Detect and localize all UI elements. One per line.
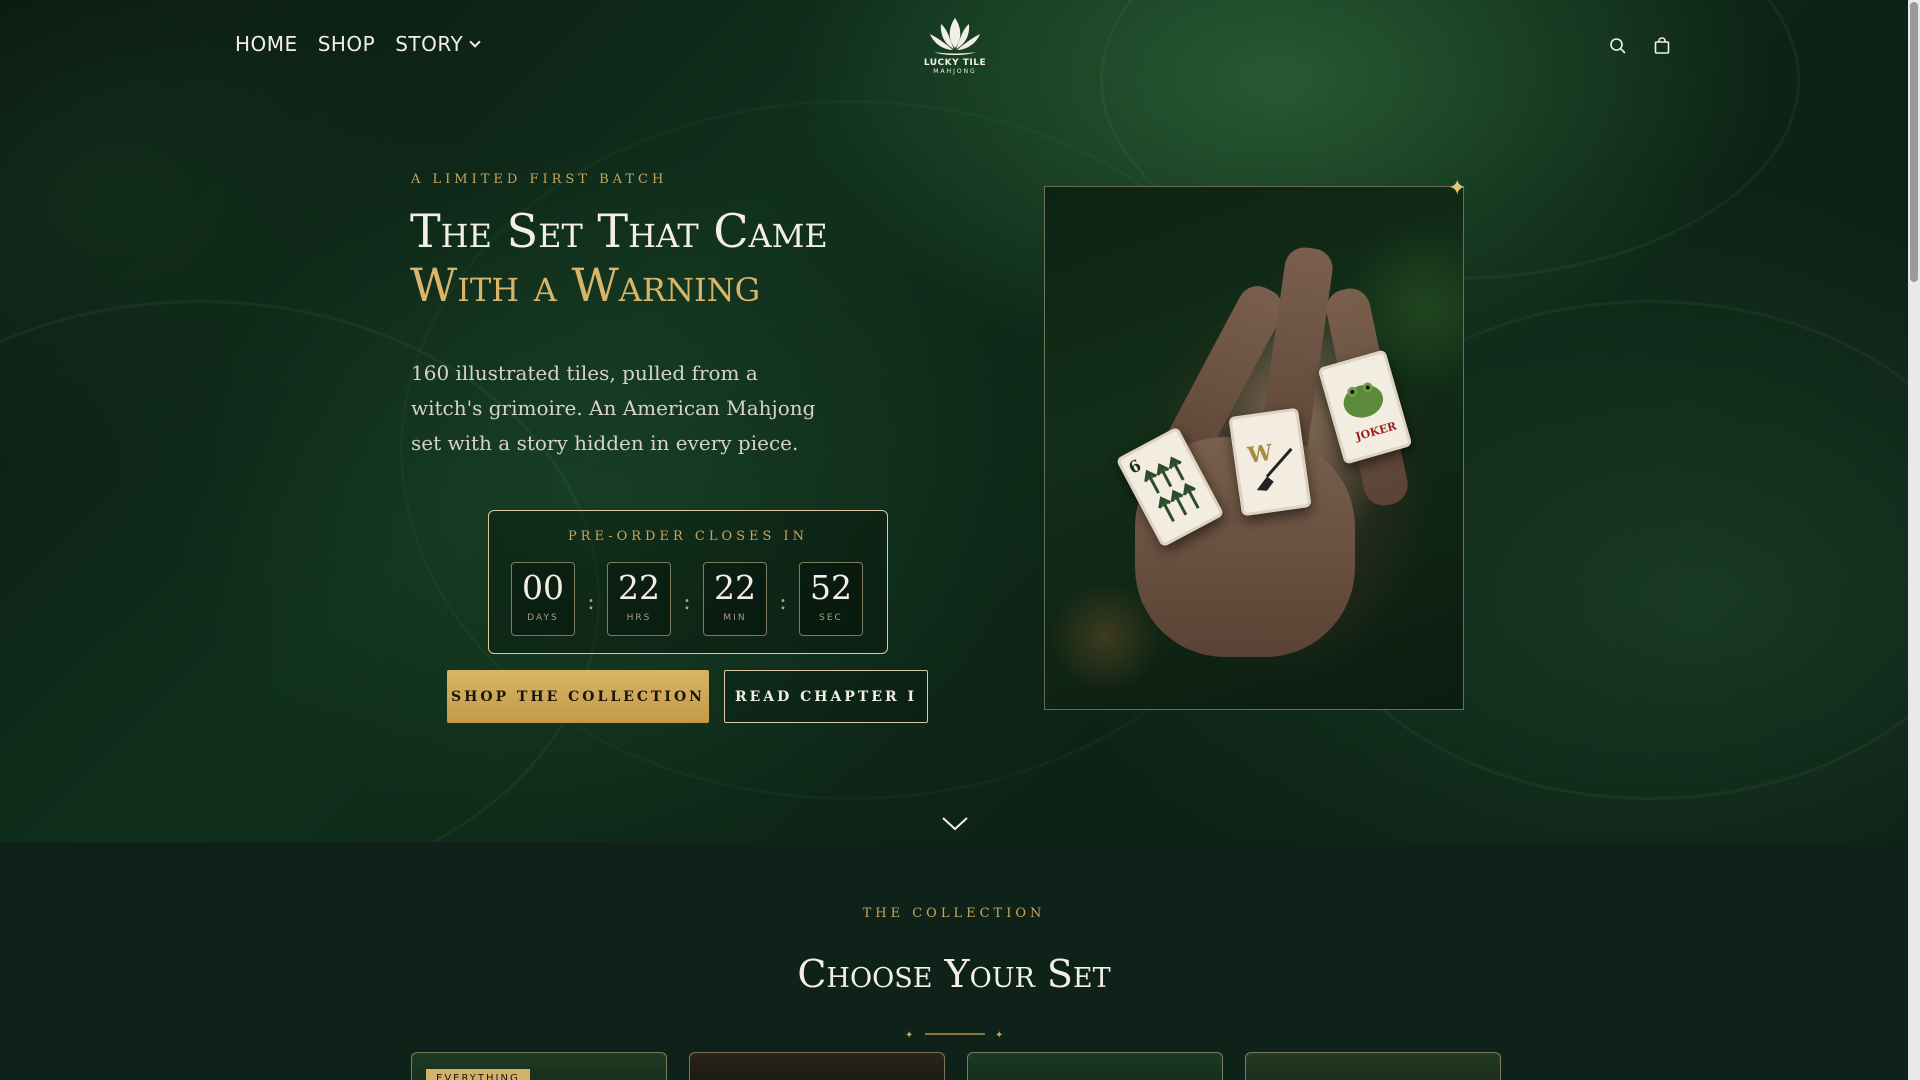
countdown-minutes: 22 MIN <box>703 562 767 636</box>
hero-description: 160 illustrated tiles, pulled from a wit… <box>411 361 816 455</box>
ornament-divider: ✦ ✦ <box>905 1030 1003 1040</box>
countdown-days: 00 DAYS <box>511 562 575 636</box>
logo-name: LUCKY TILE <box>923 58 987 68</box>
countdown-hours-unit: HRS <box>626 613 652 623</box>
logo-subtitle: MAHJONG <box>933 68 977 75</box>
collection-section: THE COLLECTION Choose Your Set ✦ ✦ EVERY… <box>0 842 1908 1080</box>
countdown-minutes-unit: MIN <box>723 613 747 623</box>
chevron-down-icon <box>469 36 481 48</box>
collection-title: Choose Your Set <box>797 952 1111 996</box>
countdown-separator: : <box>587 589 595 615</box>
countdown-seconds-value: 52 <box>810 568 852 607</box>
cart-bag-icon[interactable] <box>1652 36 1672 56</box>
countdown-seconds-unit: SEC <box>819 613 843 623</box>
sparkle-icon: ✦ <box>1448 176 1467 201</box>
nav-links: HOME SHOP STORY <box>235 32 481 56</box>
nav-story-label: STORY <box>395 32 464 56</box>
search-icon[interactable] <box>1608 36 1628 56</box>
hero-headline: The Set That Came With a Warning <box>410 204 970 312</box>
hero-product-image: 6 W JOKER <box>1044 186 1464 710</box>
headline-line-1: The Set That Came <box>410 204 828 258</box>
frog-icon <box>1343 382 1384 418</box>
headline-line-2: With a Warning <box>410 258 761 312</box>
collection-card[interactable] <box>689 1052 945 1080</box>
page-scrollbar[interactable] <box>1908 0 1920 1080</box>
countdown-label: PRE-ORDER CLOSES IN <box>567 529 809 544</box>
shop-collection-button[interactable]: SHOP THE COLLECTION <box>447 670 709 723</box>
collection-card[interactable]: EVERYTHING <box>411 1052 667 1080</box>
card-badge: EVERYTHING <box>426 1069 530 1080</box>
broom-icon <box>1256 447 1293 491</box>
countdown-separator: : <box>779 589 787 615</box>
countdown-minutes-value: 22 <box>714 568 756 607</box>
mahjong-tile-w: W <box>1228 407 1312 517</box>
countdown-days-value: 00 <box>522 568 564 607</box>
mahjong-tile-joker: JOKER <box>1317 349 1413 465</box>
chevron-down-icon[interactable] <box>941 816 969 832</box>
nav-home-link[interactable]: HOME <box>235 32 298 56</box>
hero-section: HOME SHOP STORY LUCKY TILE MAHJONG A LIM… <box>0 0 1908 842</box>
nav-story-link[interactable]: STORY <box>395 32 481 56</box>
collection-eyebrow: THE COLLECTION <box>862 906 1046 921</box>
hero-eyebrow: A LIMITED FIRST BATCH <box>411 172 668 187</box>
svg-text:✦: ✦ <box>905 1030 913 1040</box>
scrollbar-thumb[interactable] <box>1910 2 1918 282</box>
nav-icons <box>1608 36 1672 56</box>
countdown-separator: : <box>683 589 691 615</box>
countdown-days-unit: DAYS <box>527 613 559 623</box>
collection-card[interactable] <box>1245 1052 1501 1080</box>
nav-shop-link[interactable]: SHOP <box>318 32 376 56</box>
countdown-seconds: 52 SEC <box>799 562 863 636</box>
preorder-countdown: PRE-ORDER CLOSES IN 00 DAYS : 22 HRS : 2… <box>488 510 888 654</box>
svg-text:✦: ✦ <box>995 1030 1003 1040</box>
site-logo[interactable]: LUCKY TILE MAHJONG <box>922 14 988 76</box>
countdown-units: 00 DAYS : 22 HRS : 22 MIN : 52 SEC <box>511 562 863 636</box>
countdown-hours: 22 HRS <box>607 562 671 636</box>
read-chapter-button[interactable]: READ CHAPTER I <box>724 670 928 723</box>
top-navigation: HOME SHOP STORY LUCKY TILE MAHJONG <box>0 0 1908 92</box>
collection-cards: EVERYTHING <box>411 1052 1501 1080</box>
collection-card[interactable] <box>967 1052 1223 1080</box>
lotus-icon <box>930 18 980 55</box>
countdown-hours-value: 22 <box>618 568 660 607</box>
